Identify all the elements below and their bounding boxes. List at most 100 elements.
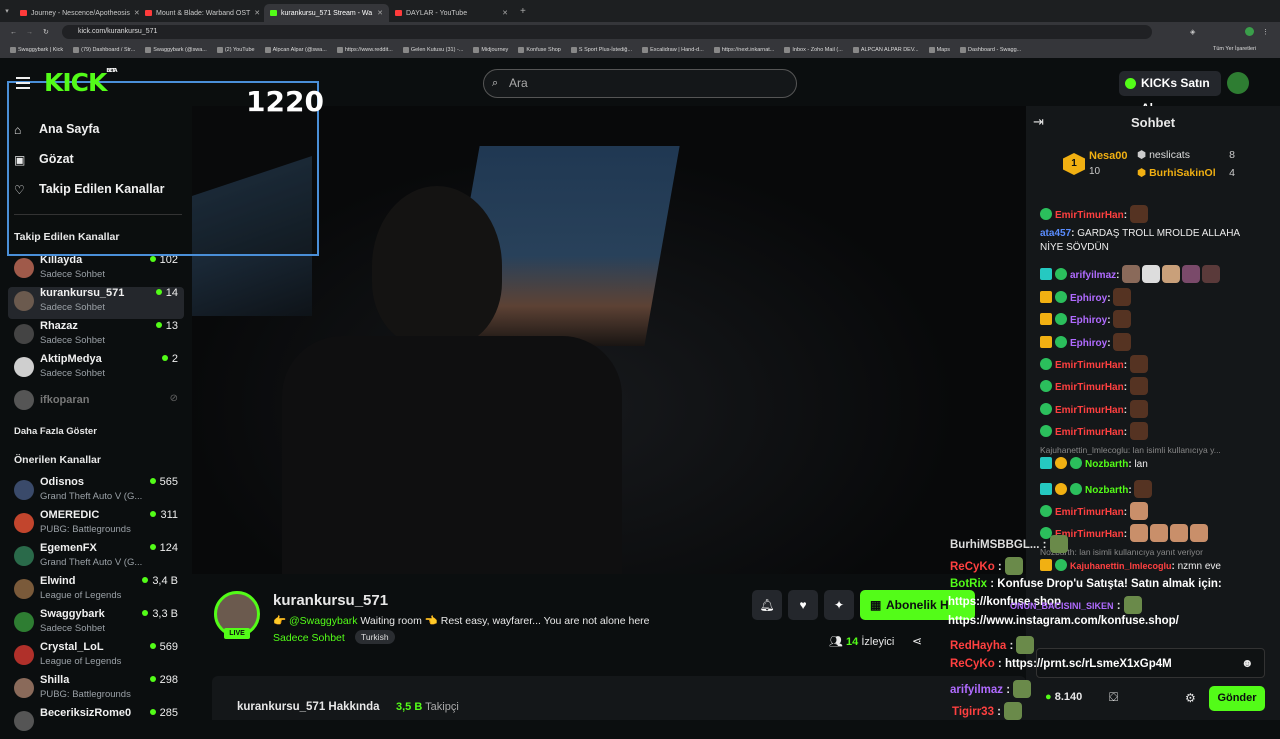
language-tag[interactable]: Turkish	[355, 630, 395, 644]
url-input[interactable]: kick.com/kurankursu_571	[62, 25, 1152, 39]
bookmark-item[interactable]: S Sport Plus-İstediğ...	[570, 47, 632, 53]
search-input[interactable]: ⌕ Ara	[483, 69, 797, 98]
sidebar-channel[interactable]: BeceriksizRome0 285	[14, 707, 184, 739]
bookmark-item[interactable]: https://www.reddit...	[336, 47, 393, 53]
channel-category: Sadece Sohbet	[40, 302, 105, 313]
chat-username[interactable]: Ephiroy	[1070, 338, 1107, 349]
forward-icon[interactable]: →	[26, 29, 33, 36]
browser-menu-icon[interactable]: ▾	[0, 7, 14, 15]
sidebar-channel[interactable]: Shilla PUBG: Battlegrounds 298	[14, 674, 184, 706]
viewer-count: 14	[156, 287, 178, 299]
sidebar-channel[interactable]: Swaggybark Sadece Sohbet 3,3 B	[14, 608, 184, 640]
bookmark-item[interactable]: (2) YouTube	[216, 47, 255, 53]
chat-username[interactable]: Ephiroy	[1070, 315, 1107, 326]
all-bookmarks[interactable]: Tüm Yer İşaretleri	[1213, 46, 1256, 52]
nav-browse[interactable]: Gözat	[39, 152, 74, 166]
bookmark-item[interactable]: Gelen Kutusu (31) -...	[402, 47, 463, 53]
title-mention[interactable]: @Swaggybark	[289, 615, 357, 627]
gifter-name[interactable]: BurhiSakinOl	[1149, 167, 1216, 179]
gift-icon[interactable]: ⛋	[1109, 690, 1118, 705]
chat-username[interactable]: EmirTimurHan	[1055, 360, 1124, 371]
bookmark-item[interactable]: Excalidraw | Hand-d...	[642, 47, 704, 53]
bookmark-item[interactable]: ALPCAN ALPAR DEV...	[852, 47, 919, 53]
chat-username[interactable]: Nozbarth	[1085, 485, 1128, 496]
chat-username[interactable]: arifyilmaz	[1070, 270, 1116, 281]
show-more-button[interactable]: Daha Fazla Göster	[14, 426, 97, 437]
chat-username[interactable]: Ephiroy	[1070, 293, 1107, 304]
more-icon[interactable]: ⋮	[1262, 28, 1269, 36]
bookmark-item[interactable]: Dashboard - Swagg...	[960, 47, 1021, 53]
chat-username[interactable]: EmirTimurHan	[1055, 382, 1124, 393]
chat-username[interactable]: EmirTimurHan	[1055, 405, 1124, 416]
close-icon[interactable]: ✕	[377, 9, 383, 17]
bookmark-item[interactable]: Konfuse Shop	[518, 47, 561, 53]
category-link[interactable]: Sadece Sohbet	[273, 632, 345, 644]
sidebar-channel[interactable]: Elwind League of Legends 3,4 B	[14, 575, 184, 607]
chat-username[interactable]: EmirTimurHan	[1055, 427, 1124, 438]
extensions-icon[interactable]: ◈	[1190, 28, 1195, 36]
sidebar-channel[interactable]: kurankursu_571 Sadece Sohbet 14	[8, 287, 184, 319]
chat-username[interactable]: EmirTimurHan	[1055, 210, 1124, 221]
user-avatar[interactable]	[1227, 72, 1249, 94]
bookmark-item[interactable]: Swaggybark | Kick	[10, 47, 63, 53]
sidebar-channel[interactable]: Crystal_LoL League of Legends 569	[14, 641, 184, 673]
kicks-balance[interactable]: ● 8.140	[1045, 691, 1082, 703]
sidebar-channel[interactable]: OMEREDIC PUBG: Battlegrounds 311	[14, 509, 184, 541]
bookmark-item[interactable]: Alpcan Alpar (@swa...	[264, 47, 327, 53]
profile-icon[interactable]	[1245, 27, 1254, 36]
nav-home[interactable]: Ana Sayfa	[39, 122, 99, 136]
kick-icon	[270, 10, 277, 16]
gifter-name[interactable]: neslicats	[1149, 149, 1190, 161]
new-tab-icon[interactable]: +	[514, 6, 532, 17]
nav-following[interactable]: Takip Edilen Kanallar	[39, 182, 165, 196]
offline-channel[interactable]: ifkoparan ⊘	[14, 390, 184, 410]
channel-name[interactable]: kurankursu_571	[273, 592, 388, 609]
hamburger-icon[interactable]	[16, 77, 30, 89]
overlay-chat-line: arifyilmaz :	[950, 680, 1033, 698]
collapse-chat-icon[interactable]: ⇥	[1033, 114, 1044, 130]
close-icon[interactable]: ✕	[502, 9, 508, 17]
channel-name: kurankursu_571	[40, 287, 125, 299]
sidebar-channel[interactable]: Odisnos Grand Theft Auto V (G... 565	[14, 476, 184, 508]
chat-username[interactable]: EmirTimurHan	[1055, 507, 1124, 518]
back-icon[interactable]: ←	[10, 29, 17, 36]
viewer-count: 3,4 B	[142, 575, 178, 587]
bookmark-label: Konfuse Shop	[526, 47, 561, 53]
reload-icon[interactable]: ↻	[43, 28, 49, 36]
chat-username[interactable]: Nozbarth	[1085, 459, 1128, 470]
badge-icon	[1040, 268, 1052, 280]
follow-button[interactable]: ♥	[788, 590, 818, 620]
sidebar-channel[interactable]: Rhazaz Sadece Sohbet 13	[14, 320, 184, 352]
gifter-name[interactable]: Nesa00	[1089, 150, 1128, 162]
settings-icon[interactable]: ⚙	[1185, 691, 1196, 705]
bookmark-item[interactable]: Inbox - Zoho Mail (...	[784, 47, 843, 53]
person-body	[282, 336, 622, 574]
bookmark-item[interactable]: Maps	[928, 47, 950, 53]
browser-tab-4[interactable]: DAYLAR - YouTube ✕	[389, 4, 514, 22]
bookmark-item[interactable]: Swaggybark (@swa...	[145, 47, 207, 53]
top-gifter-2: ⬢ neslicats 8	[1137, 149, 1247, 163]
buy-kicks-button[interactable]: KICKs Satın Al	[1119, 71, 1221, 115]
chat-username[interactable]: ata457	[1040, 228, 1071, 239]
bookmark-item[interactable]: Midjourney	[473, 47, 508, 53]
sidebar-channel[interactable]: EgemenFX Grand Theft Auto V (G... 124	[14, 542, 184, 574]
sidebar-channel[interactable]: Killayda Sadece Sohbet 102	[14, 254, 184, 286]
emote-icon	[1049, 535, 1068, 553]
chat-username[interactable]: Kajuhanettin_lmlecoglu	[1070, 561, 1172, 571]
close-icon[interactable]: ✕	[254, 9, 260, 17]
browser-toolbar: ← → ↻ kick.com/kurankursu_571 ◈ ⋮	[0, 22, 1280, 42]
offline-icon: ⊘	[169, 393, 178, 404]
clip-button[interactable]: ✦	[824, 590, 854, 620]
emoji-icon[interactable]: ☻	[1241, 656, 1254, 670]
emote-icon	[1129, 400, 1148, 418]
send-button[interactable]: Gönder	[1209, 686, 1265, 711]
browser-tab-1[interactable]: Journey - Nescence/Apotheosis ✕	[14, 4, 139, 22]
browser-tab-3[interactable]: kurankursu_571 Stream - Wa ✕	[264, 4, 389, 22]
bookmark-item[interactable]: https://next.inkarnat...	[713, 47, 774, 53]
browser-tab-2[interactable]: Mount & Blade: Warband OST ✕	[139, 4, 264, 22]
sidebar-channel[interactable]: AktipMedya Sadece Sohbet 2	[14, 353, 184, 385]
share-icon[interactable]: ⋖	[912, 634, 922, 648]
notifications-button[interactable]: 🔔︎	[752, 590, 782, 620]
kick-logo[interactable]: KICKBETA	[44, 68, 118, 97]
bookmark-item[interactable]: (79) Dashboard / Str...	[73, 47, 135, 53]
